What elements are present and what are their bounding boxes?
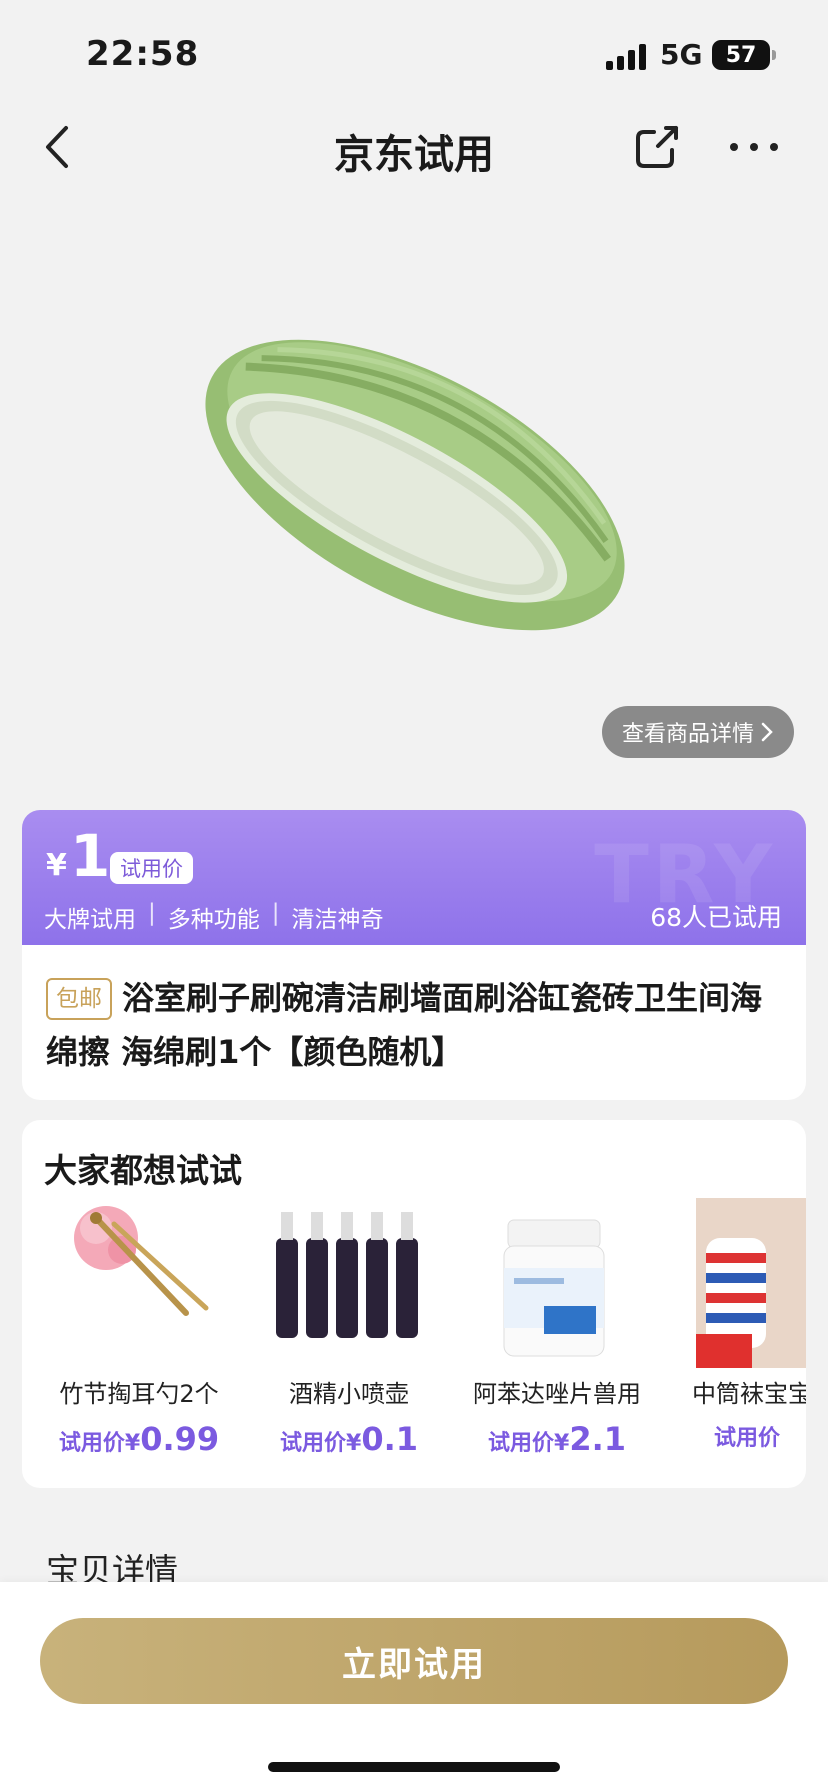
network-label: 5G [660, 38, 703, 71]
title-card: 包邮 浴室刷子刷碗清洁刷墙面刷浴缸瓷砖卫生间海绵擦 海绵刷1个【颜色随机】 [22, 945, 806, 1100]
recommend-list[interactable]: 竹节掏耳勺2个 试用价¥0.99 酒精小喷壶 试用价¥0.1 阿苯达唑片兽用 试… [22, 1198, 806, 1488]
nav-bar: 京东试用 [0, 100, 828, 196]
price-number: 0.99 [140, 1420, 220, 1458]
feature-list: 大牌试用 | 多种功能 | 清洁神奇 [44, 900, 384, 934]
feature-separator: | [271, 900, 280, 926]
tried-count: 68人已试用 [650, 903, 782, 932]
price-currency: ¥ [124, 1431, 141, 1456]
recommend-title: 大家都想试试 [44, 1151, 242, 1190]
price-currency: ¥ [346, 1431, 362, 1456]
price-label: 试用价 [487, 1431, 554, 1456]
signal-icon [606, 44, 648, 70]
try-now-button[interactable]: 立即试用 [40, 1618, 788, 1704]
price-label: 试用价 [58, 1431, 125, 1456]
battery-icon: 57 [712, 40, 776, 70]
product-image[interactable] [170, 300, 660, 670]
price-value: 1 [70, 822, 111, 890]
recommend-item-price: 试用价¥2.1 [454, 1420, 660, 1458]
recommend-card: 大家都想试试 竹节掏耳勺2个 试用价¥0.99 酒精小喷壶 试用价¥0.1 阿苯… [22, 1120, 806, 1488]
page: 22:58 5G 57 京东试用 查看商品详情 TRY ¥ 1 试用价 大牌试用… [0, 0, 828, 1792]
price-tag: 试用价 [110, 852, 193, 884]
recommend-item-price: 试用价¥0.1 [246, 1420, 452, 1458]
recommend-item-price: 试用价 [714, 1420, 806, 1452]
home-indicator[interactable] [268, 1762, 560, 1772]
ear-pick-image [74, 1206, 209, 1316]
socks-image [696, 1198, 806, 1368]
more-icon [730, 143, 778, 151]
status-bar: 22:58 5G 57 [0, 0, 828, 100]
recommend-item-name: 酒精小喷壶 [289, 1380, 409, 1408]
price-label: 试用价 [279, 1431, 346, 1456]
recommend-item[interactable]: 阿苯达唑片兽用 试用价¥2.1 [454, 1198, 654, 1488]
recommend-item[interactable]: 中筒袜宝宝 试用价 [662, 1198, 806, 1488]
price-number: 2.1 [569, 1420, 626, 1458]
share-icon [636, 126, 678, 168]
feature-item: 多种功能 [167, 907, 260, 933]
share-button[interactable] [632, 122, 682, 172]
chevron-right-icon [761, 722, 773, 742]
product-title-block: 包邮 浴室刷子刷碗清洁刷墙面刷浴缸瓷砖卫生间海绵擦 海绵刷1个【颜色随机】 [46, 971, 782, 1079]
price-currency: ¥ [554, 1431, 570, 1456]
recommend-item-name: 竹节掏耳勺2个 [59, 1380, 219, 1408]
product-title: 浴室刷子刷碗清洁刷墙面刷浴缸瓷砖卫生间海绵擦 海绵刷1个【颜色随机】 [46, 979, 763, 1071]
sponge-brush-illustration [205, 339, 625, 631]
status-time: 22:58 [86, 34, 200, 74]
view-detail-button[interactable]: 查看商品详情 [602, 706, 794, 758]
price-currency: ¥ [46, 848, 67, 883]
feature-item: 大牌试用 [44, 907, 136, 933]
recommend-item[interactable]: 酒精小喷壶 试用价¥0.1 [246, 1198, 446, 1488]
free-shipping-badge: 包邮 [46, 978, 112, 1020]
recommend-item-name: 中筒袜宝宝 [692, 1380, 806, 1408]
feature-separator: | [148, 900, 156, 926]
battery-level: 57 [725, 42, 757, 68]
medicine-bottle-image [503, 1219, 605, 1357]
bottom-bar: 立即试用 [0, 1582, 828, 1792]
view-detail-label: 查看商品详情 [621, 722, 754, 747]
price-card: TRY ¥ 1 试用价 大牌试用 | 多种功能 | 清洁神奇 68人已试用 [22, 810, 806, 945]
recommend-item-name: 阿苯达唑片兽用 [473, 1380, 641, 1408]
price-number: 0.1 [361, 1420, 418, 1458]
more-button[interactable] [724, 122, 784, 172]
spray-bottle-image [276, 1212, 418, 1338]
recommend-item[interactable]: 竹节掏耳勺2个 试用价¥0.99 [36, 1198, 236, 1488]
feature-item: 清洁神奇 [291, 907, 384, 933]
price-label: 试用价 [714, 1426, 781, 1451]
page-title: 京东试用 [334, 132, 494, 178]
recommend-item-price: 试用价¥0.99 [36, 1420, 242, 1458]
